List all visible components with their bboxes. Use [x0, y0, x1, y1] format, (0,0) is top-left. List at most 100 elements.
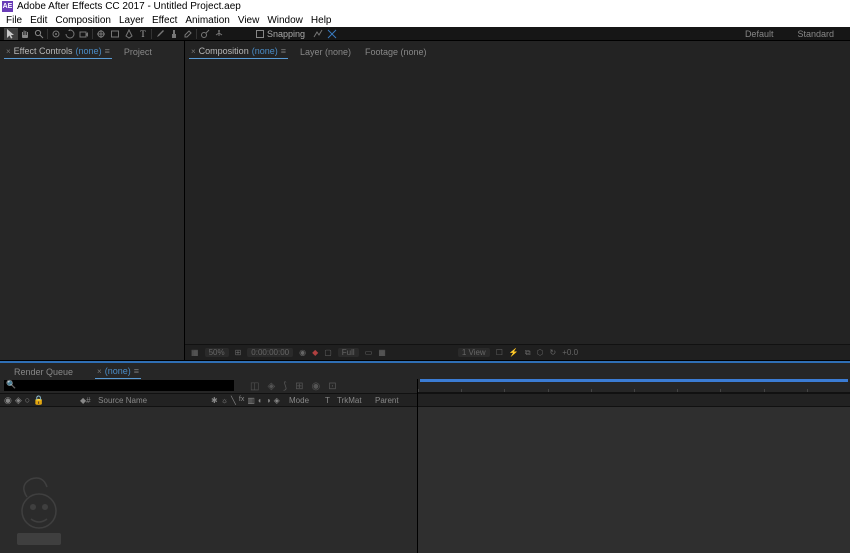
menu-composition[interactable]: Composition — [55, 15, 111, 26]
zoom-dropdown[interactable]: 50% — [205, 348, 229, 357]
rectangle-tool-icon[interactable] — [108, 28, 122, 40]
fx-switch-icon[interactable]: fx — [239, 396, 244, 405]
grid-icon[interactable]: ▦ — [378, 348, 386, 357]
channel-icon[interactable]: ◆ — [312, 348, 318, 357]
tab-project[interactable]: Project — [122, 45, 154, 59]
camera-tool-icon[interactable] — [77, 28, 91, 40]
view-layout-dropdown[interactable]: 1 View — [458, 348, 490, 357]
tab-layer[interactable]: Layer (none) — [298, 45, 353, 59]
lock-column-icon[interactable]: 🔒 — [33, 395, 44, 406]
index-column-header[interactable]: # — [86, 396, 98, 405]
rotate-tool-icon[interactable] — [63, 28, 77, 40]
3d-switch-icon[interactable]: ◈ — [274, 396, 280, 405]
roto-brush-tool-icon[interactable] — [198, 28, 212, 40]
close-icon[interactable]: × — [97, 367, 102, 376]
zoom-tool-icon[interactable] — [32, 28, 46, 40]
window-titlebar: AE Adobe After Effects CC 2017 - Untitle… — [0, 0, 850, 13]
selection-tool-icon[interactable] — [4, 28, 18, 40]
clone-stamp-tool-icon[interactable] — [167, 28, 181, 40]
work-area-bar[interactable] — [420, 379, 848, 382]
orbit-tool-icon[interactable] — [49, 28, 63, 40]
tab-effect-controls[interactable]: × Effect Controls (none) ≡ — [4, 44, 112, 59]
snap-option-icon[interactable] — [311, 28, 325, 40]
watermark-icon — [8, 469, 70, 549]
motion-blur-switch-icon[interactable]: ◐ — [258, 396, 263, 405]
menu-layer[interactable]: Layer — [119, 15, 144, 26]
timeline-ruler[interactable] — [418, 379, 850, 393]
hide-shy-icon[interactable]: ⟆ — [283, 381, 287, 392]
timecode-display[interactable]: 0:00:00:00 — [247, 348, 293, 357]
menu-bar: File Edit Composition Layer Effect Anima… — [0, 13, 850, 27]
exposure-value[interactable]: +0.0 — [562, 348, 578, 357]
timeline-layer-list[interactable] — [0, 407, 417, 553]
tab-footage[interactable]: Footage (none) — [363, 45, 429, 59]
workspace-standard[interactable]: Standard — [785, 29, 846, 39]
resolution-icon[interactable]: ⊞ — [235, 348, 242, 357]
effect-controls-comp-link[interactable]: (none) — [76, 46, 102, 56]
adjustment-switch-icon[interactable]: ◑ — [266, 396, 271, 405]
workspace-default[interactable]: Default — [733, 29, 786, 39]
snapping-checkbox[interactable] — [256, 30, 264, 38]
reset-exposure-icon[interactable]: ↻ — [550, 348, 557, 357]
timeline-search-input[interactable] — [4, 380, 234, 391]
snapshot-icon[interactable]: ◉ — [299, 348, 306, 357]
tab-timeline-none[interactable]: × (none) ≡ — [95, 364, 141, 379]
resolution-dropdown[interactable]: Full — [338, 348, 359, 357]
mask-icon[interactable]: ▢ — [324, 348, 332, 357]
composition-comp-link[interactable]: (none) — [252, 46, 278, 56]
mode-column-header[interactable]: Mode — [289, 396, 325, 405]
pixel-aspect-icon[interactable]: ☐ — [496, 348, 503, 357]
draft-3d-icon[interactable]: ◈ — [267, 381, 275, 392]
menu-view[interactable]: View — [238, 15, 260, 26]
comp-flowchart-icon[interactable]: ⬡ — [537, 348, 544, 357]
audio-column-icon[interactable]: ◈ — [15, 395, 22, 406]
tab-label: Effect Controls — [14, 46, 73, 56]
trkmat-column-header[interactable]: TrkMat — [337, 396, 375, 405]
snap-option2-icon[interactable] — [325, 28, 339, 40]
motion-blur-icon[interactable]: ◉ — [311, 381, 320, 392]
menu-animation[interactable]: Animation — [185, 15, 229, 26]
pan-behind-tool-icon[interactable] — [94, 28, 108, 40]
panel-menu-icon[interactable]: ≡ — [281, 46, 286, 56]
solo-column-icon[interactable]: ○ — [25, 395, 30, 406]
timeline-comp-link[interactable]: (none) — [105, 366, 131, 376]
source-name-column-header[interactable]: Source Name — [98, 396, 211, 405]
toggle-alpha-icon[interactable]: ▦ — [191, 348, 199, 357]
pen-tool-icon[interactable] — [122, 28, 136, 40]
roi-icon[interactable]: ▭ — [365, 348, 373, 357]
close-icon[interactable]: × — [191, 47, 196, 56]
quality-switch-icon[interactable]: ╲ — [231, 396, 236, 405]
brush-tool-icon[interactable] — [153, 28, 167, 40]
panel-menu-icon[interactable]: ≡ — [105, 46, 110, 56]
window-title: Adobe After Effects CC 2017 - Untitled P… — [17, 1, 241, 12]
graph-editor-icon[interactable]: ⊡ — [328, 381, 336, 392]
timeline-icon[interactable]: ⧉ — [525, 348, 531, 358]
timeline-graph-area[interactable] — [418, 407, 850, 553]
tab-render-queue[interactable]: Render Queue — [12, 365, 75, 379]
type-tool-icon[interactable]: T — [136, 28, 150, 40]
menu-edit[interactable]: Edit — [30, 15, 47, 26]
composition-viewer[interactable] — [185, 59, 850, 344]
tab-composition[interactable]: × Composition (none) ≡ — [189, 44, 288, 59]
eraser-tool-icon[interactable] — [181, 28, 195, 40]
menu-help[interactable]: Help — [311, 15, 332, 26]
fast-preview-icon[interactable]: ⚡ — [509, 348, 519, 357]
collapse-switch-icon[interactable]: ☼ — [221, 396, 228, 405]
parent-column-header[interactable]: Parent — [375, 396, 417, 405]
app-logo-icon: AE — [2, 1, 13, 12]
puppet-tool-icon[interactable] — [212, 28, 226, 40]
panel-menu-icon[interactable]: ≡ — [134, 366, 139, 376]
timeline-panel: Render Queue × (none) ≡ 🔍 ◫ ◈ ⟆ ⊞ ◉ ⊡ — [0, 363, 850, 553]
frame-blend-switch-icon[interactable]: ▥ — [247, 396, 255, 405]
effect-controls-panel: × Effect Controls (none) ≡ Project — [0, 41, 185, 360]
comp-mini-flowchart-icon[interactable]: ◫ — [250, 381, 259, 392]
hand-tool-icon[interactable] — [18, 28, 32, 40]
menu-effect[interactable]: Effect — [152, 15, 177, 26]
video-column-icon[interactable]: ◉ — [4, 395, 12, 406]
close-icon[interactable]: × — [6, 47, 11, 56]
shy-switch-icon[interactable]: ✱ — [211, 396, 218, 405]
menu-window[interactable]: Window — [267, 15, 303, 26]
frame-blend-icon[interactable]: ⊞ — [295, 381, 303, 392]
t-column-header[interactable]: T — [325, 396, 337, 405]
menu-file[interactable]: File — [6, 15, 22, 26]
